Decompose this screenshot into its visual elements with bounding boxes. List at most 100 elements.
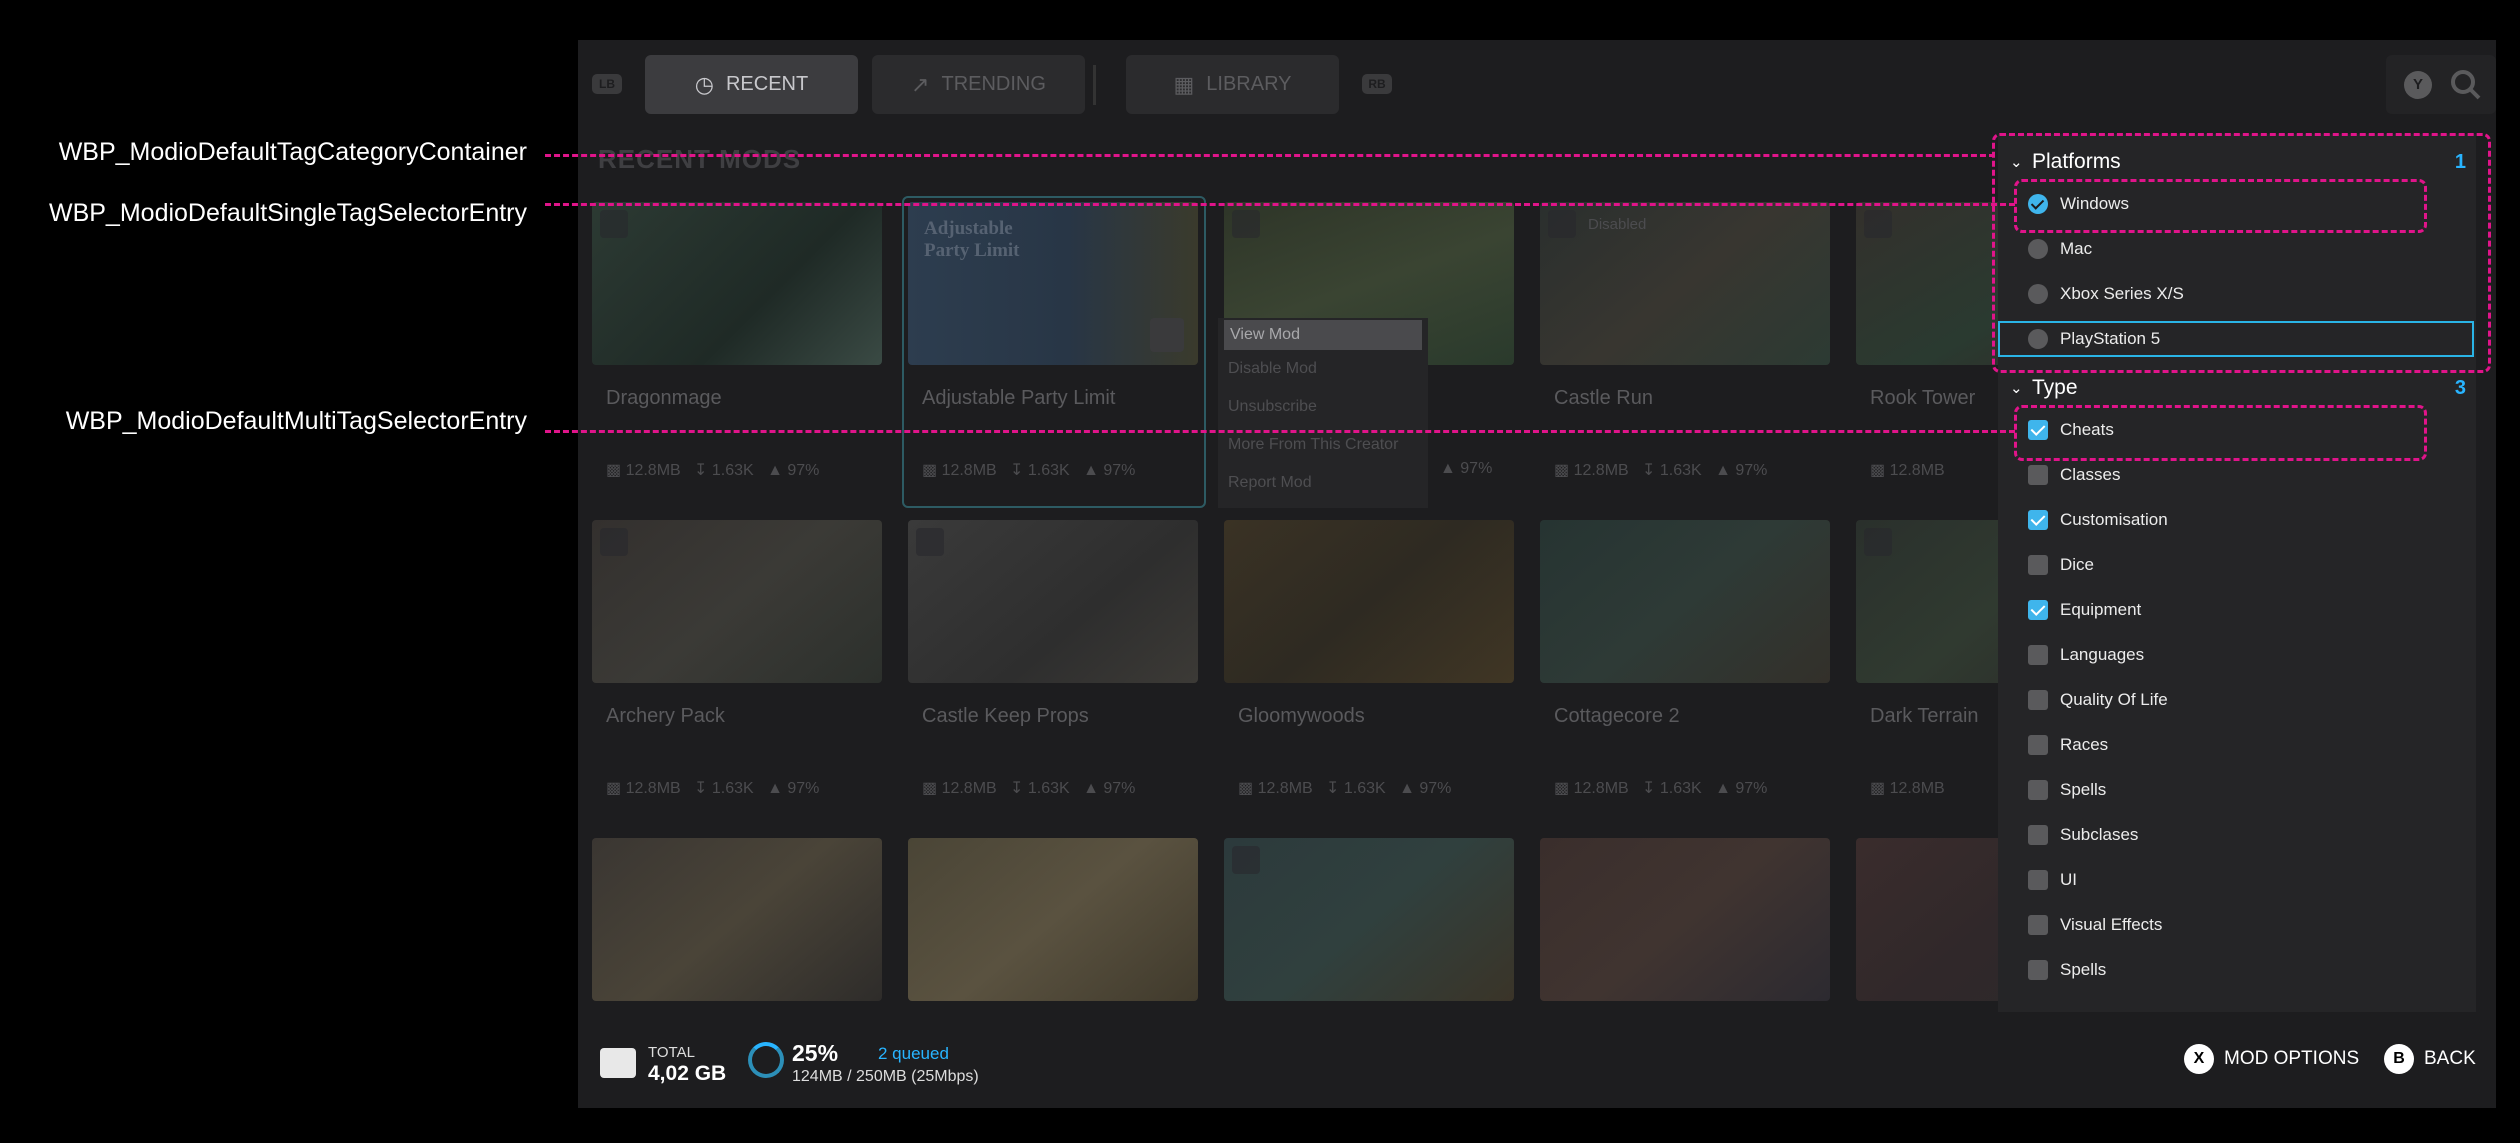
mod-size: 12.8MB	[1889, 462, 1945, 479]
checkbox[interactable]	[2028, 465, 2048, 485]
mod-thumbnail	[1540, 202, 1830, 365]
mod-size: 12.8MB	[941, 780, 997, 797]
download-progress-icon	[748, 1042, 784, 1078]
checkbox[interactable]	[2028, 690, 2048, 710]
tag-entry-type[interactable]: Spells	[2016, 770, 2456, 810]
tag-label: Languages	[2060, 645, 2145, 664]
tag-label: Classes	[2060, 465, 2121, 484]
mod-thumbnail	[908, 838, 1198, 1001]
category-count: 3	[2454, 376, 2466, 399]
tag-entry-type[interactable]: Visual Effects	[2016, 905, 2456, 945]
b-button-hint: B	[2384, 1044, 2414, 1074]
disabled-badge: Disabled	[1588, 216, 1647, 233]
chevron-down-icon: ⌄	[2010, 380, 2023, 397]
mod-size: 12.8MB	[1889, 780, 1945, 797]
tab-recent[interactable]: ◷ RECENT	[645, 55, 858, 114]
annotation-box-single-tag-entry	[2014, 179, 2427, 233]
library-icon	[1864, 528, 1892, 556]
tab-divider	[1093, 65, 1096, 105]
annotation-leader-line	[545, 203, 2015, 206]
menu-item-disable-mod[interactable]: Disable Mod	[1218, 350, 1428, 388]
mod-thumbnail	[1224, 520, 1514, 683]
section-title: RECENT MODS	[598, 144, 802, 174]
tag-label: UI	[2060, 870, 2077, 889]
mod-thumbnail	[1540, 838, 1830, 1001]
library-icon	[1232, 210, 1260, 238]
tag-entry-type[interactable]: Dice	[2016, 545, 2456, 585]
annotation-box-category-container	[1992, 133, 2491, 373]
tab-library[interactable]: ▦ LIBRARY	[1126, 55, 1339, 114]
download-icon: ↧	[1326, 780, 1344, 797]
mod-size: 12.8MB	[941, 462, 997, 479]
tag-label: Customisation	[2060, 510, 2168, 529]
tab-library-label: LIBRARY	[1206, 73, 1292, 95]
menu-icon[interactable]	[1150, 318, 1184, 352]
checkbox[interactable]	[2028, 825, 2048, 845]
menu-item-view-mod[interactable]: View Mod	[1224, 320, 1422, 350]
checkbox-checked[interactable]	[2028, 510, 2048, 530]
checkbox[interactable]	[2028, 960, 2048, 980]
tab-recent-label: RECENT	[725, 73, 809, 95]
tag-entry-type[interactable]: Customisation	[2016, 500, 2456, 540]
mod-downloads: 1.63K	[1027, 780, 1070, 797]
search-icon[interactable]	[2446, 65, 2486, 105]
tag-label: Spells	[2060, 960, 2107, 979]
folder-icon: ▩	[1554, 462, 1574, 479]
checkbox[interactable]	[2028, 735, 2048, 755]
mod-stats: ▩ 12.8MB ↧ 1.63K ▲ 97%	[922, 460, 1135, 480]
search-area[interactable]: Y	[2386, 55, 2496, 114]
checkbox[interactable]	[2028, 645, 2048, 665]
checkbox-checked[interactable]	[2028, 600, 2048, 620]
queued-count[interactable]: 2 queued	[878, 1044, 949, 1064]
mod-size: 12.8MB	[625, 462, 681, 479]
tag-entry-type[interactable]: Subclases	[2016, 815, 2456, 855]
mod-thumbnail	[1224, 838, 1514, 1001]
folder-icon: ▩	[606, 780, 626, 797]
folder-icon: ▩	[922, 462, 942, 479]
menu-item-report-mod[interactable]: Report Mod	[1218, 464, 1428, 502]
tag-entry-type[interactable]: UI	[2016, 860, 2456, 900]
mod-stats: ▩ 12.8MB ↧ 1.63K ▲ 97%	[1554, 460, 1767, 480]
mod-stats: ▩ 12.8MB	[1870, 778, 1945, 798]
library-icon	[1548, 210, 1576, 238]
checkbox[interactable]	[2028, 915, 2048, 935]
mod-rating: 97%	[1460, 460, 1493, 477]
download-icon	[1232, 846, 1260, 874]
mod-thumbnail	[1540, 520, 1830, 683]
tag-entry-type[interactable]: Classes	[2016, 455, 2456, 495]
menu-item-unsubscribe[interactable]: Unsubscribe	[1218, 388, 1428, 426]
tab-trending[interactable]: ↗ TRENDING	[872, 55, 1085, 114]
category-header-type[interactable]: ⌄ Type 3	[2010, 370, 2466, 406]
tag-entry-type[interactable]: Spells	[2016, 950, 2456, 990]
download-icon: ↧	[1010, 780, 1028, 797]
mod-title: Castle Keep Props	[922, 705, 1089, 727]
tag-label: Spells	[2060, 780, 2107, 799]
download-icon: ↧	[694, 462, 712, 479]
context-menu: View Mod Disable Mod Unsubscribe More Fr…	[1218, 318, 1428, 508]
checkbox[interactable]	[2028, 555, 2048, 575]
tag-entry-type[interactable]: Races	[2016, 725, 2456, 765]
mod-rating: 97%	[1735, 462, 1768, 479]
mod-stats: ▩ 12.8MB	[1870, 460, 1945, 480]
tag-entry-type[interactable]: Quality Of Life	[2016, 680, 2456, 720]
checkbox[interactable]	[2028, 780, 2048, 800]
tag-entry-type[interactable]: Languages	[2016, 635, 2456, 675]
transfer-status: 124MB / 250MB (25Mbps)	[792, 1068, 979, 1085]
mod-options-button[interactable]: MOD OPTIONS	[2224, 1048, 2359, 1070]
mod-downloads: 1.63K	[1343, 780, 1386, 797]
thumbs-up-icon: ▲	[1083, 780, 1104, 797]
library-icon	[600, 210, 628, 238]
tag-label: Dice	[2060, 555, 2095, 574]
tag-entry-type[interactable]: Equipment	[2016, 590, 2456, 630]
mod-title: Rook Tower	[1870, 387, 1976, 409]
mod-thumbnail	[592, 838, 882, 1001]
y-button-hint: Y	[2404, 71, 2432, 99]
mod-stats: ▩ 12.8MB ↧ 1.63K ▲ 97%	[606, 460, 819, 480]
mod-stats: ▩ 12.8MB ↧ 1.63K ▲ 97%	[922, 778, 1135, 798]
category-name: Type	[2032, 376, 2078, 399]
mod-rating: 97%	[1735, 780, 1768, 797]
checkbox[interactable]	[2028, 870, 2048, 890]
tag-label: Visual Effects	[2060, 915, 2163, 934]
mod-rating: 97%	[787, 462, 820, 479]
back-button[interactable]: BACK	[2424, 1048, 2476, 1070]
